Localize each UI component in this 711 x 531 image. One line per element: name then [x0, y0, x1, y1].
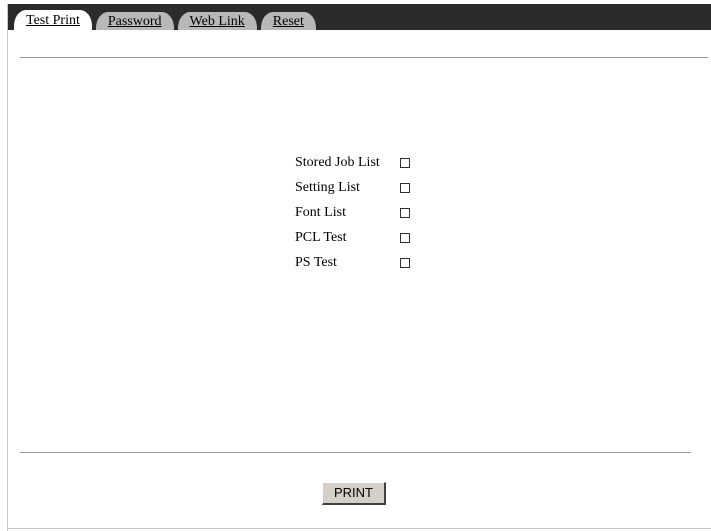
- tab-bar: Test Print Password Web Link Reset: [14, 10, 320, 30]
- checkbox-font-list[interactable]: [400, 207, 410, 218]
- bottom-divider: [20, 452, 691, 453]
- option-row-font-list: Font List: [295, 200, 410, 225]
- top-divider: [20, 57, 708, 58]
- frame-bottom-edge: [7, 528, 711, 529]
- checkbox-pcl-test[interactable]: [400, 232, 410, 243]
- checkbox-setting-list[interactable]: [400, 182, 410, 193]
- test-print-options: Stored Job List Setting List Font List P…: [295, 150, 410, 275]
- option-row-ps-test: PS Test: [295, 250, 410, 275]
- option-row-stored-job-list: Stored Job List: [295, 150, 410, 175]
- option-row-pcl-test: PCL Test: [295, 225, 410, 250]
- option-label-pcl-test: PCL Test: [295, 230, 347, 245]
- checkbox-ps-test[interactable]: [400, 257, 410, 268]
- option-label-setting-list: Setting List: [295, 180, 360, 195]
- checkbox-stored-job-list[interactable]: [400, 157, 410, 168]
- tab-web-link[interactable]: Web Link: [177, 12, 257, 30]
- tab-password[interactable]: Password: [95, 12, 174, 30]
- option-row-setting-list: Setting List: [295, 175, 410, 200]
- print-button[interactable]: PRINT: [322, 482, 386, 505]
- tab-reset[interactable]: Reset: [260, 12, 316, 30]
- tab-test-print[interactable]: Test Print: [14, 10, 92, 30]
- option-label-ps-test: PS Test: [295, 255, 337, 270]
- option-label-font-list: Font List: [295, 205, 346, 220]
- frame-left-edge: [7, 0, 8, 531]
- option-label-stored-job-list: Stored Job List: [295, 155, 380, 170]
